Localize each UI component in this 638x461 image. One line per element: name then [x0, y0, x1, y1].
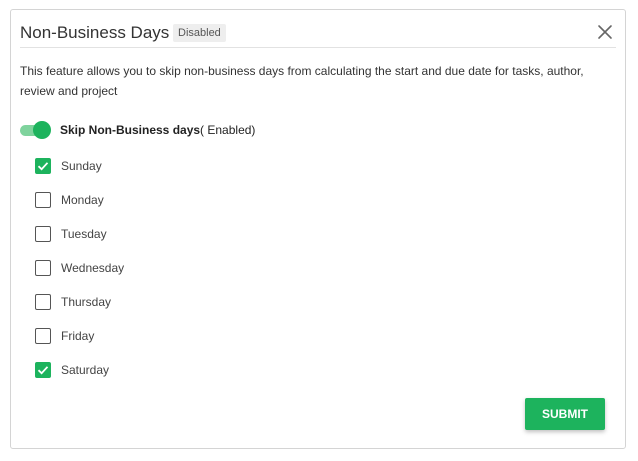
toggle-knob	[33, 121, 51, 139]
day-label: Thursday	[61, 295, 112, 309]
toggle-label-text: Skip Non-Business days	[60, 123, 201, 137]
checkbox[interactable]	[35, 362, 51, 378]
day-checkbox-sunday[interactable]: Sunday	[35, 157, 102, 175]
day-checkbox-monday[interactable]: Monday	[35, 191, 104, 209]
checkbox[interactable]	[35, 328, 51, 344]
day-checkbox-tuesday[interactable]: Tuesday	[35, 225, 107, 243]
day-label: Saturday	[61, 363, 110, 377]
dialog-title: Non-Business Days	[20, 23, 170, 42]
status-badge: Disabled	[173, 24, 226, 42]
day-checkbox-friday[interactable]: Friday	[35, 327, 94, 345]
checkbox[interactable]	[35, 158, 51, 174]
toggle-label: Skip Non-Business days( Enabled)	[60, 123, 255, 137]
checkbox[interactable]	[35, 192, 51, 208]
day-checkbox-thursday[interactable]: Thursday	[35, 293, 111, 311]
checkbox[interactable]	[35, 294, 51, 310]
check-icon	[37, 366, 49, 375]
day-label: Sunday	[61, 159, 102, 173]
feature-description: This feature allows you to skip non-busi…	[20, 64, 584, 98]
day-label: Monday	[61, 193, 104, 207]
submit-button[interactable]: SUBMIT	[525, 398, 605, 430]
day-checkbox-wednesday[interactable]: Wednesday	[35, 259, 124, 277]
checkbox[interactable]	[35, 260, 51, 276]
day-label: Friday	[61, 329, 95, 343]
toggle-state-text: ( Enabled)	[200, 123, 256, 137]
checkbox[interactable]	[35, 226, 51, 242]
skip-non-business-days-toggle[interactable]	[20, 121, 52, 139]
day-label: Tuesday	[61, 227, 107, 241]
dialog-header: Non-Business Days Disabled	[20, 21, 616, 48]
close-icon[interactable]	[596, 23, 614, 41]
skip-toggle-row: Skip Non-Business days( Enabled)	[20, 120, 255, 140]
non-business-days-dialog: Non-Business Days Disabled This feature …	[10, 9, 626, 449]
check-icon	[37, 162, 49, 171]
day-label: Wednesday	[61, 261, 125, 275]
day-checkbox-saturday[interactable]: Saturday	[35, 361, 109, 379]
